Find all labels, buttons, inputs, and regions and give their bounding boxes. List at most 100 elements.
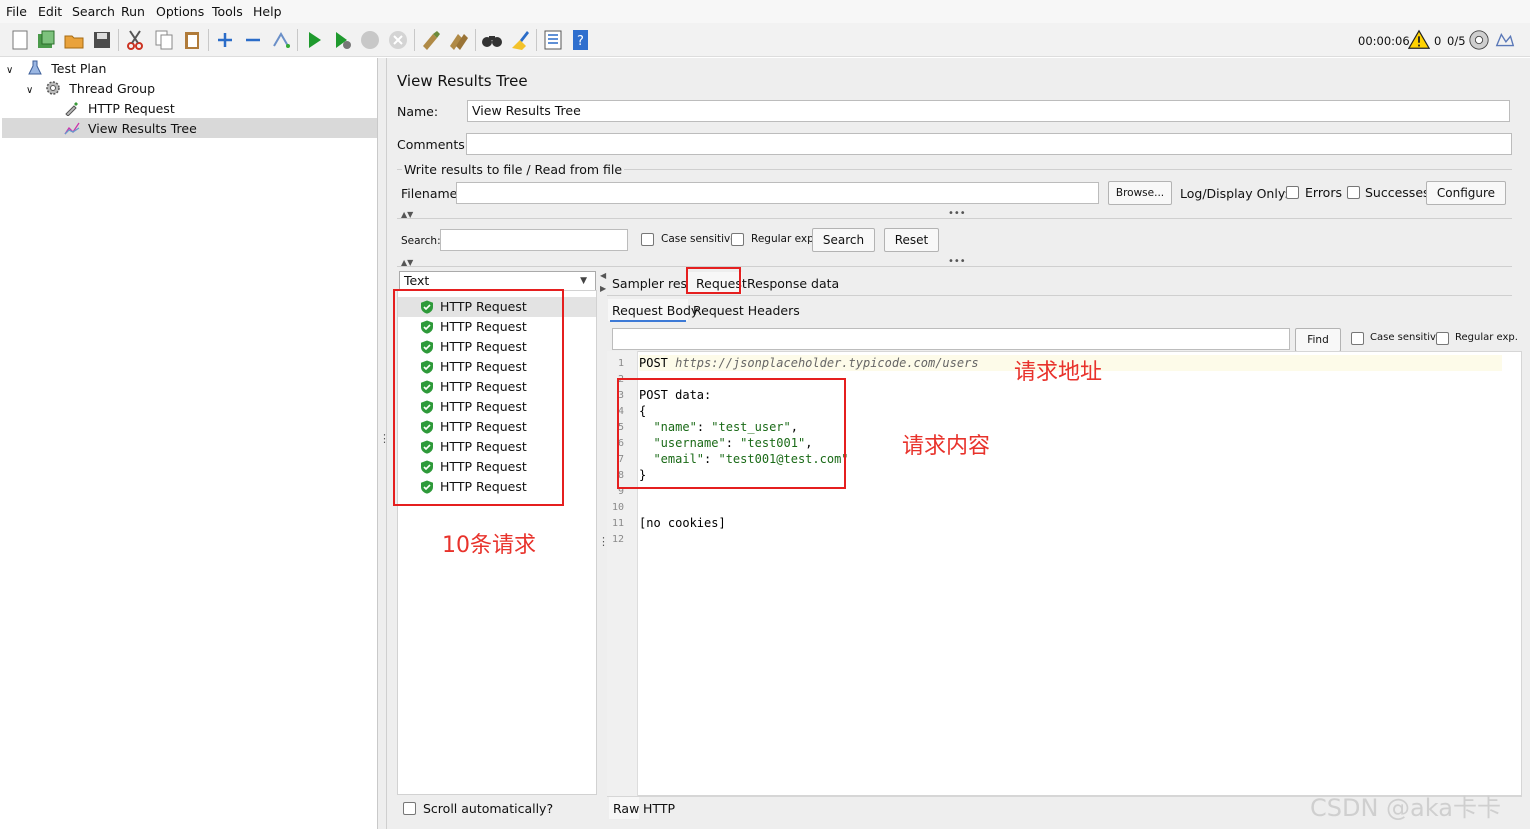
find-case-sensitive-checkbox[interactable]	[1351, 332, 1364, 345]
log-viewer-icon[interactable]	[1494, 29, 1516, 51]
search-label: Search:	[401, 235, 441, 247]
tree-label: Test Plan	[51, 61, 107, 76]
annotation-request-url: 请求地址	[1014, 360, 1103, 385]
toolbar-separator	[208, 29, 209, 51]
start-no-pauses-icon[interactable]	[330, 28, 354, 52]
code-line-1: POST https://jsonplaceholder.typicode.co…	[639, 356, 979, 370]
help-icon[interactable]: ?	[569, 28, 593, 52]
configure-button[interactable]: Configure	[1426, 181, 1506, 205]
filename-field[interactable]	[456, 182, 1099, 204]
find-button[interactable]: Find	[1295, 328, 1341, 352]
annotation-box-requests	[393, 289, 564, 506]
save-icon[interactable]	[90, 28, 114, 52]
active-threads: 0/5	[1447, 34, 1466, 48]
line-number: 10	[611, 502, 624, 513]
browse-button[interactable]: Browse...	[1108, 181, 1172, 205]
comments-field[interactable]	[466, 133, 1512, 155]
elapsed-timer: 00:00:06	[1358, 34, 1410, 48]
scroll-automatically-label: Scroll automatically?	[423, 801, 554, 816]
toggle-icon[interactable]	[269, 28, 293, 52]
collapse-right-icon[interactable]: ▶	[600, 284, 606, 293]
subtab-request-body[interactable]: Request Body	[612, 303, 698, 318]
tab-response-data[interactable]: Response data	[747, 276, 839, 291]
tree-item-view-results-tree[interactable]: View Results Tree	[64, 119, 197, 139]
search-input[interactable]	[440, 229, 628, 251]
clear-all-icon[interactable]	[447, 28, 471, 52]
function-helper-icon[interactable]	[541, 28, 565, 52]
request-url: https://jsonplaceholder.typicode.com/use…	[675, 356, 979, 370]
menu-tools[interactable]: Tools	[212, 4, 243, 19]
annotation-request-content: 请求内容	[902, 434, 991, 459]
successes-label: Successes	[1365, 185, 1430, 200]
collapse-left-icon[interactable]: ◀	[600, 271, 606, 280]
tab-raw[interactable]: Raw	[613, 801, 639, 816]
http-method: POST	[639, 356, 676, 370]
menu-bar: File Edit Search Run Options Tools Help	[0, 0, 1530, 23]
svg-text:?: ?	[577, 34, 584, 49]
warning-icon[interactable]	[1408, 29, 1430, 51]
search-case-sensitive-label: Case sensitive	[661, 233, 737, 245]
clear-icon[interactable]	[419, 28, 443, 52]
toolbar-separator	[475, 29, 476, 51]
subtab-request-headers[interactable]: Request Headers	[693, 303, 800, 318]
find-case-sensitive-label: Case sensitive	[1370, 332, 1443, 343]
log-display-only-label: Log/Display Only:	[1180, 186, 1289, 201]
page-title: View Results Tree	[397, 72, 528, 90]
tab-http[interactable]: HTTP	[643, 801, 675, 816]
scroll-automatically-checkbox[interactable]	[403, 802, 416, 815]
find-regex-label: Regular exp.	[1455, 332, 1518, 343]
annotation-box-post-data	[617, 378, 846, 489]
tab-divider	[607, 295, 1512, 296]
start-icon[interactable]	[302, 28, 326, 52]
menu-file[interactable]: File	[6, 4, 27, 19]
find-input[interactable]	[612, 328, 1290, 350]
line-number: 12	[611, 534, 624, 545]
expand-icon[interactable]	[213, 28, 237, 52]
chevron-down-icon[interactable]: ∨	[26, 85, 33, 96]
search-button[interactable]: Search	[812, 228, 875, 252]
copy-icon[interactable]	[152, 28, 176, 52]
open-folder-icon[interactable]	[62, 28, 86, 52]
search-icon[interactable]	[480, 28, 504, 52]
watermark: CSDN @aka卡卡	[1310, 794, 1501, 822]
pipette-icon	[65, 102, 78, 116]
reset-button[interactable]: Reset	[884, 228, 939, 252]
menu-search[interactable]: Search	[72, 4, 115, 19]
tree-item-http-request[interactable]: HTTP Request	[64, 99, 175, 119]
errors-label: Errors	[1305, 185, 1342, 200]
templates-icon[interactable]	[34, 28, 58, 52]
chevron-down-icon[interactable]: ▼	[580, 272, 587, 290]
chevron-down-icon[interactable]: ∨	[6, 65, 13, 76]
test-plan-tree	[0, 58, 378, 829]
stop-icon[interactable]	[358, 28, 382, 52]
cut-icon[interactable]	[123, 28, 147, 52]
search-case-sensitive-checkbox[interactable]	[641, 233, 654, 246]
reset-search-icon[interactable]	[508, 28, 532, 52]
remote-status-icon[interactable]	[1468, 29, 1490, 51]
renderer-select[interactable]: Text ▼	[399, 271, 596, 291]
search-regex-checkbox[interactable]	[731, 233, 744, 246]
tree-item-thread-group[interactable]: ∨ Thread Group	[26, 79, 155, 99]
menu-help[interactable]: Help	[253, 4, 282, 19]
paste-icon[interactable]	[180, 28, 204, 52]
name-field[interactable]: View Results Tree	[467, 100, 1510, 122]
annotation-box-request-tab	[686, 267, 741, 294]
tree-label: HTTP Request	[87, 101, 175, 116]
menu-options[interactable]: Options	[156, 4, 204, 19]
tree-label: Thread Group	[69, 81, 156, 96]
find-regex-checkbox[interactable]	[1436, 332, 1449, 345]
shutdown-icon[interactable]	[386, 28, 410, 52]
menu-run[interactable]: Run	[121, 4, 145, 19]
new-file-icon[interactable]	[8, 28, 32, 52]
successes-checkbox[interactable]	[1347, 186, 1360, 199]
test-plan-icon	[28, 60, 43, 75]
line-number: 11	[611, 518, 624, 529]
menu-edit[interactable]: Edit	[38, 4, 62, 19]
toolbar-separator	[118, 29, 119, 51]
errors-checkbox[interactable]	[1286, 186, 1299, 199]
chart-icon	[64, 122, 80, 135]
collapse-icon[interactable]	[241, 28, 265, 52]
search-regex-label: Regular exp.	[751, 233, 818, 245]
tree-item-test-plan[interactable]: ∨ Test Plan	[6, 59, 106, 79]
renderer-selected-value: Text	[404, 273, 430, 288]
